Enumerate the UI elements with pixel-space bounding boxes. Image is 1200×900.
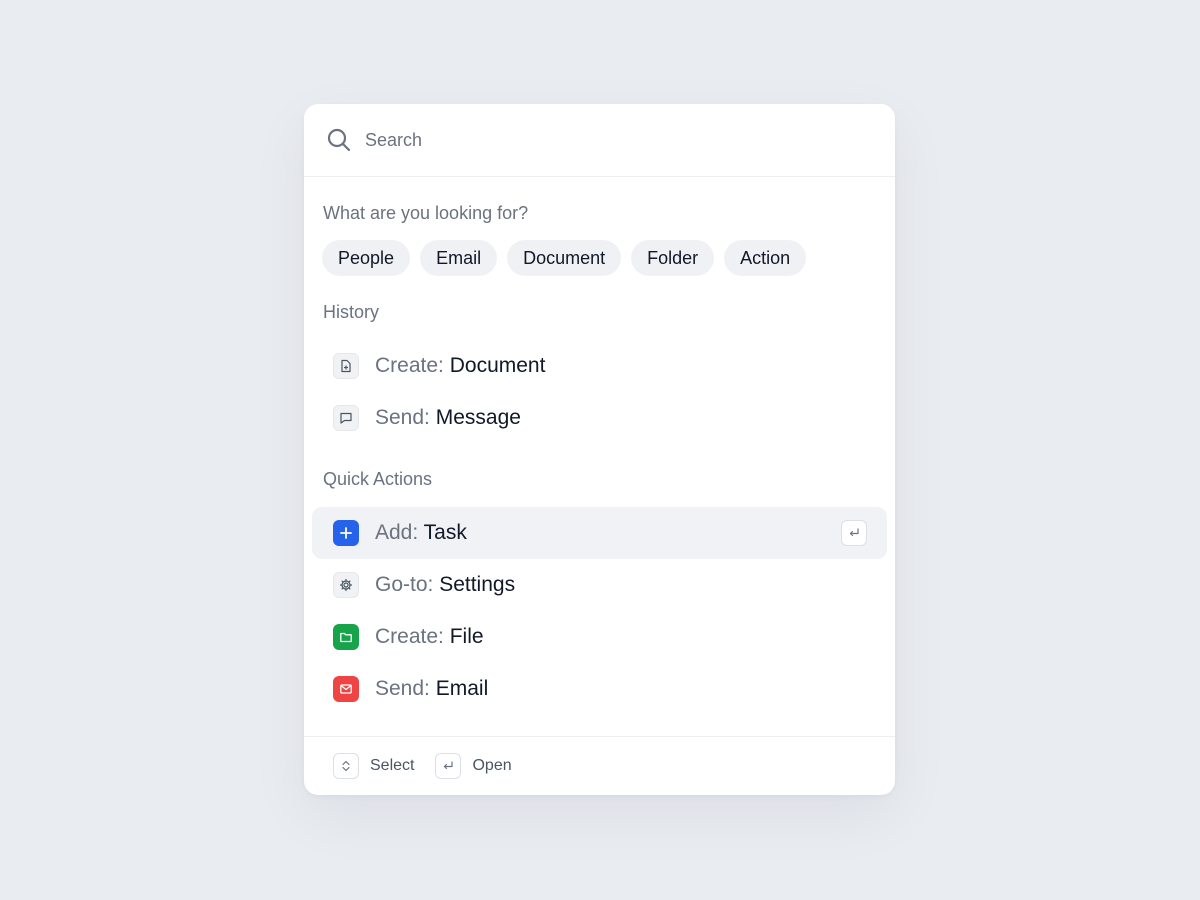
item-verb: Send: [375,677,430,700]
filter-chip-email[interactable]: Email [420,240,498,276]
filter-chip-action[interactable]: Action [724,240,807,276]
message-icon [333,405,359,431]
quick-action-add-task[interactable]: Add: Task [312,507,887,559]
select-hint: Select [333,753,414,779]
select-hint-label: Select [370,757,415,774]
open-hint-label: Open [472,757,512,774]
filter-chip-people[interactable]: People [322,240,411,276]
item-verb: Send: [375,406,430,429]
search-icon [326,127,352,153]
enter-key-icon [841,520,867,546]
item-object: Task [423,521,467,544]
filter-chip-document[interactable]: Document [507,240,622,276]
filter-chip-folder[interactable]: Folder [631,240,715,276]
item-object: File [449,625,484,648]
enter-key-icon [435,753,462,779]
history-section-label: History [323,302,380,322]
item-object: Email [435,677,489,700]
folder-icon [333,624,359,650]
quick-action-create-file[interactable]: Create: File [312,611,887,663]
item-verb: Go-to: [375,573,434,596]
command-palette: What are you looking for? People Email D… [304,104,895,795]
footer-hints: Select Open [304,736,895,795]
history-item-send-message[interactable]: Send: Message [312,392,887,444]
quick-actions-section-label: Quick Actions [323,469,433,489]
search-bar [304,104,895,177]
gear-icon [333,572,359,598]
item-object: Settings [439,573,516,596]
filter-chips: People Email Document Folder Action [322,240,807,276]
quick-action-send-email[interactable]: Send: Email [312,663,887,715]
item-object: Message [435,406,521,429]
arrows-up-down-icon [333,753,359,779]
item-verb: Create: [375,354,444,377]
filter-section-label: What are you looking for? [323,203,529,223]
open-hint: Open [435,753,512,779]
history-item-create-document[interactable]: Create: Document [312,340,887,392]
mail-icon [333,676,359,702]
file-plus-icon [333,353,359,379]
search-input[interactable] [365,129,845,151]
quick-action-goto-settings[interactable]: Go-to: Settings [312,559,887,611]
item-verb: Add: [375,521,419,544]
item-verb: Create: [375,625,444,648]
item-object: Document [449,354,546,377]
plus-icon [333,520,359,546]
